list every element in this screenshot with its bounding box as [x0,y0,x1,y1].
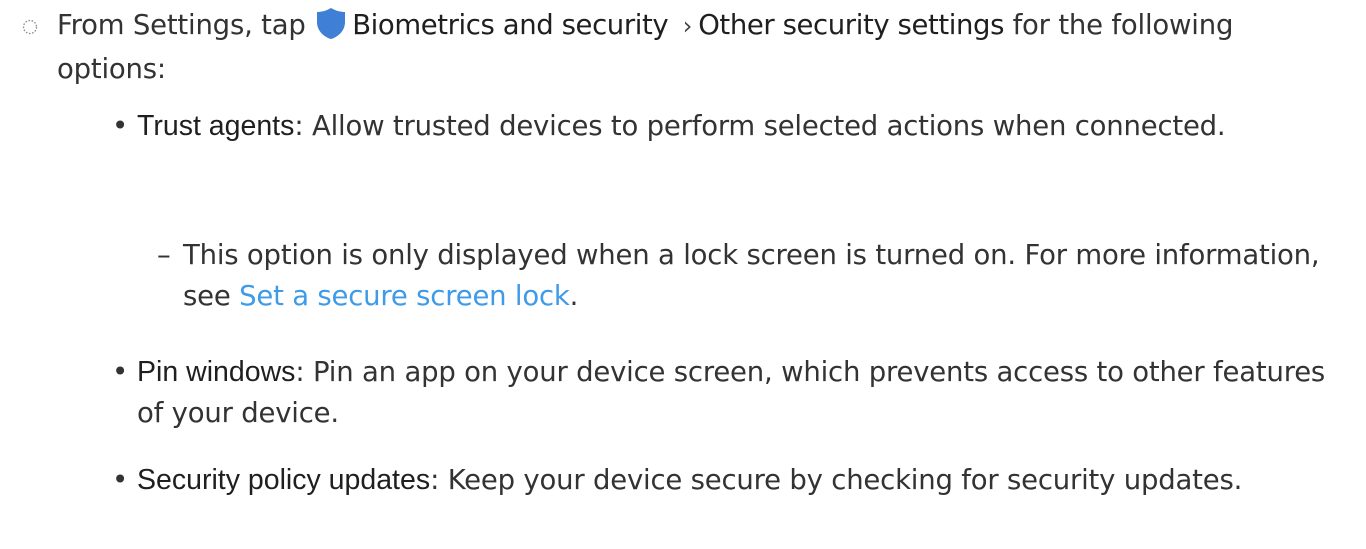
menu-item-other-security-settings: Other security settings [698,9,1005,41]
bullet-icon: • [112,356,129,388]
note-text-block: This option is only displayed when a loc… [157,235,1337,317]
option-trust-agents: • Trust agents: Allow trusted devices to… [112,106,1332,147]
shield-icon [317,8,346,39]
option-security-policy-updates: • Security policy updates: Keep your dev… [112,460,1332,501]
document-page: From Settings, tap Biometrics and securi… [0,0,1366,549]
step-text: From Settings, tap Biometrics and securi… [57,4,1342,91]
option-term: Security policy updates [137,464,431,496]
list-item: • Pin windows: Pin an app on your device… [112,352,1332,434]
option-description: Allow trusted devices to perform selecte… [311,110,1226,142]
option-term: Trust agents [137,110,295,142]
option-pin-windows: • Pin windows: Pin an app on your device… [112,352,1332,434]
set-secure-screen-lock-link[interactable]: Set a secure screen lock [239,280,570,312]
instruction-step: From Settings, tap Biometrics and securi… [22,4,1342,91]
option-description: Pin an app on your device screen, which … [137,356,1326,429]
option-colon: : [294,110,304,142]
step-prefix: From Settings, tap [57,9,306,41]
bullet-icon: • [112,110,129,142]
option-colon: : [430,464,440,496]
option-colon: : [295,356,305,388]
menu-item-biometrics-and-security: Biometrics and security [352,9,669,41]
option-description: Keep your device secure by checking for … [447,464,1243,496]
option-term: Pin windows [137,356,296,388]
chevron-right-icon: › [682,12,693,40]
list-item: • Security policy updates: Keep your dev… [112,460,1332,501]
note-end: . [569,280,579,312]
list-item: • Trust agents: Allow trusted devices to… [112,106,1332,147]
dotted-circle-icon [22,19,38,35]
dash-marker: – [157,239,171,271]
note-lock-screen: – This option is only displayed when a l… [157,235,1337,317]
bullet-icon: • [112,464,129,496]
